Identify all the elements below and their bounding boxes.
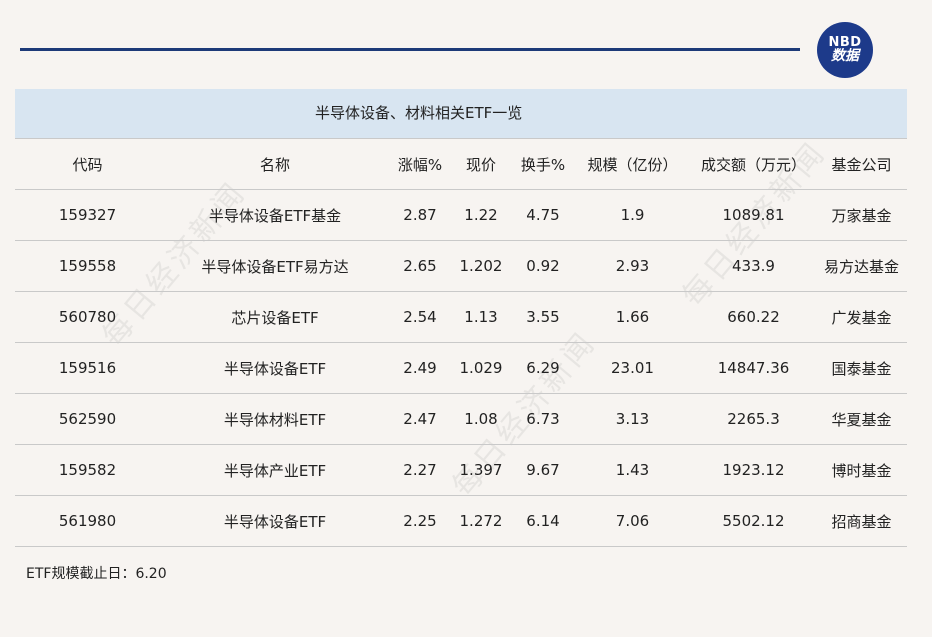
header-name: 名称 bbox=[160, 139, 390, 190]
table-row: 159558 半导体设备ETF易方达 2.65 1.202 0.92 2.93 … bbox=[15, 240, 907, 292]
cell-name: 半导体设备ETF易方达 bbox=[160, 240, 390, 292]
cell-name: 半导体材料ETF bbox=[160, 393, 390, 445]
cell-price: 1.397 bbox=[450, 444, 512, 496]
cell-scale: 7.06 bbox=[574, 495, 691, 547]
cell-fund-company: 国泰基金 bbox=[816, 342, 907, 394]
cell-volume: 433.9 bbox=[691, 240, 816, 292]
cell-turnover-pct: 0.92 bbox=[512, 240, 574, 292]
header-rule bbox=[20, 48, 800, 51]
header-price: 现价 bbox=[450, 139, 512, 190]
cell-code: 562590 bbox=[15, 393, 160, 445]
cell-turnover-pct: 6.29 bbox=[512, 342, 574, 394]
cell-price: 1.272 bbox=[450, 495, 512, 547]
cell-code: 560780 bbox=[15, 291, 160, 343]
cell-scale: 23.01 bbox=[574, 342, 691, 394]
cell-price: 1.029 bbox=[450, 342, 512, 394]
cell-scale: 1.43 bbox=[574, 444, 691, 496]
etf-table: 代码 名称 涨幅% 现价 换手% 规模（亿份） 成交额（万元） 基金公司 159… bbox=[15, 139, 907, 547]
cell-turnover-pct: 9.67 bbox=[512, 444, 574, 496]
cell-scale: 2.93 bbox=[574, 240, 691, 292]
cell-price: 1.13 bbox=[450, 291, 512, 343]
footnote: ETF规模截止日：6.20 bbox=[26, 566, 167, 582]
cell-change-pct: 2.65 bbox=[390, 240, 450, 292]
cell-change-pct: 2.49 bbox=[390, 342, 450, 394]
header-fund-company: 基金公司 bbox=[816, 139, 907, 190]
header-code: 代码 bbox=[15, 139, 160, 190]
cell-change-pct: 2.87 bbox=[390, 189, 450, 241]
header-change-pct: 涨幅% bbox=[390, 139, 450, 190]
cell-fund-company: 华夏基金 bbox=[816, 393, 907, 445]
cell-code: 159516 bbox=[15, 342, 160, 394]
cell-fund-company: 万家基金 bbox=[816, 189, 907, 241]
cell-volume: 2265.3 bbox=[691, 393, 816, 445]
cell-turnover-pct: 3.55 bbox=[512, 291, 574, 343]
cell-code: 561980 bbox=[15, 495, 160, 547]
cell-volume: 1089.81 bbox=[691, 189, 816, 241]
cell-code: 159558 bbox=[15, 240, 160, 292]
table-row: 562590 半导体材料ETF 2.47 1.08 6.73 3.13 2265… bbox=[15, 393, 907, 445]
cell-volume: 1923.12 bbox=[691, 444, 816, 496]
header-scale: 规模（亿份） bbox=[574, 139, 691, 190]
table-title: 半导体设备、材料相关ETF一览 bbox=[315, 104, 523, 122]
cell-name: 半导体产业ETF bbox=[160, 444, 390, 496]
cell-name: 半导体设备ETF bbox=[160, 495, 390, 547]
cell-fund-company: 广发基金 bbox=[816, 291, 907, 343]
table-row: 560780 芯片设备ETF 2.54 1.13 3.55 1.66 660.2… bbox=[15, 291, 907, 343]
cell-price: 1.22 bbox=[450, 189, 512, 241]
cell-volume: 14847.36 bbox=[691, 342, 816, 394]
cell-volume: 5502.12 bbox=[691, 495, 816, 547]
cell-change-pct: 2.25 bbox=[390, 495, 450, 547]
cell-change-pct: 2.27 bbox=[390, 444, 450, 496]
cell-change-pct: 2.47 bbox=[390, 393, 450, 445]
cell-fund-company: 招商基金 bbox=[816, 495, 907, 547]
cell-fund-company: 博时基金 bbox=[816, 444, 907, 496]
cell-turnover-pct: 6.14 bbox=[512, 495, 574, 547]
cell-price: 1.08 bbox=[450, 393, 512, 445]
cell-scale: 3.13 bbox=[574, 393, 691, 445]
cell-fund-company: 易方达基金 bbox=[816, 240, 907, 292]
cell-change-pct: 2.54 bbox=[390, 291, 450, 343]
table-title-bar: 半导体设备、材料相关ETF一览 bbox=[15, 89, 907, 139]
cell-scale: 1.9 bbox=[574, 189, 691, 241]
table-row: 159582 半导体产业ETF 2.27 1.397 9.67 1.43 192… bbox=[15, 444, 907, 496]
table-row: 561980 半导体设备ETF 2.25 1.272 6.14 7.06 550… bbox=[15, 495, 907, 547]
cell-turnover-pct: 4.75 bbox=[512, 189, 574, 241]
cell-volume: 660.22 bbox=[691, 291, 816, 343]
logo-text-data: 数据 bbox=[831, 48, 859, 65]
table-row: 159327 半导体设备ETF基金 2.87 1.22 4.75 1.9 108… bbox=[15, 189, 907, 241]
cell-code: 159582 bbox=[15, 444, 160, 496]
nbd-logo: NBD 数据 bbox=[817, 22, 873, 78]
cell-name: 芯片设备ETF bbox=[160, 291, 390, 343]
header-turnover-pct: 换手% bbox=[512, 139, 574, 190]
cell-code: 159327 bbox=[15, 189, 160, 241]
cell-turnover-pct: 6.73 bbox=[512, 393, 574, 445]
cell-name: 半导体设备ETF bbox=[160, 342, 390, 394]
cell-scale: 1.66 bbox=[574, 291, 691, 343]
table-header-row: 代码 名称 涨幅% 现价 换手% 规模（亿份） 成交额（万元） 基金公司 bbox=[15, 139, 907, 190]
table-row: 159516 半导体设备ETF 2.49 1.029 6.29 23.01 14… bbox=[15, 342, 907, 394]
cell-name: 半导体设备ETF基金 bbox=[160, 189, 390, 241]
cell-price: 1.202 bbox=[450, 240, 512, 292]
header-volume: 成交额（万元） bbox=[691, 139, 816, 190]
